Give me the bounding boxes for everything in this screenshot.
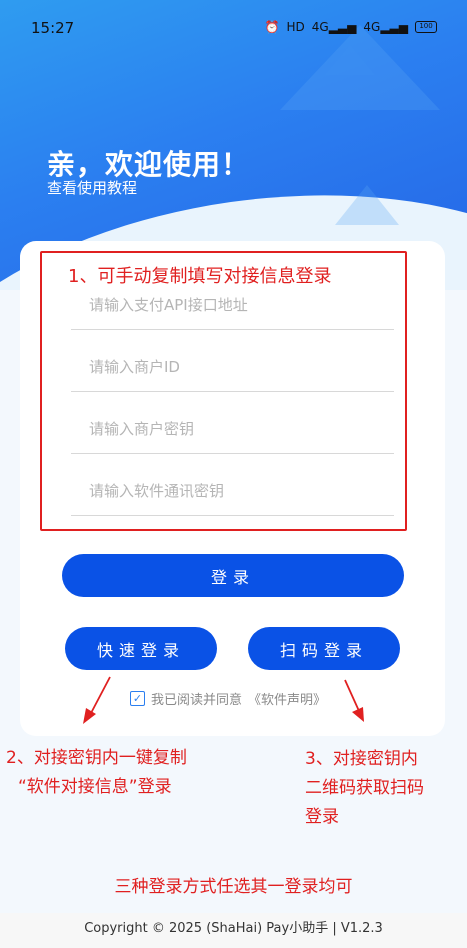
annotation-3-line3: 登录 [305, 807, 339, 827]
annotation-3-line1: 3、对接密钥内 [305, 749, 418, 769]
annotation-bottom: 三种登录方式任选其一登录均可 [114, 877, 353, 897]
footer: Copyright © 2025 (ShaHai) Pay小助手 | V1.2.… [0, 913, 467, 948]
annotation-arrows [83, 676, 364, 724]
arrow-line [89, 676, 111, 716]
annotation-3-line2: 二维码获取扫码 [305, 778, 424, 798]
annotation-2-line1: 2、对接密钥内一键复制 [6, 748, 187, 768]
copyright-text: Copyright © 2025 (ShaHai) Pay小助手 | V1.2.… [84, 921, 383, 936]
annotation-2-line2: “软件对接信息”登录 [18, 777, 172, 797]
arrow-line [344, 679, 360, 712]
arrow-head [83, 708, 96, 724]
